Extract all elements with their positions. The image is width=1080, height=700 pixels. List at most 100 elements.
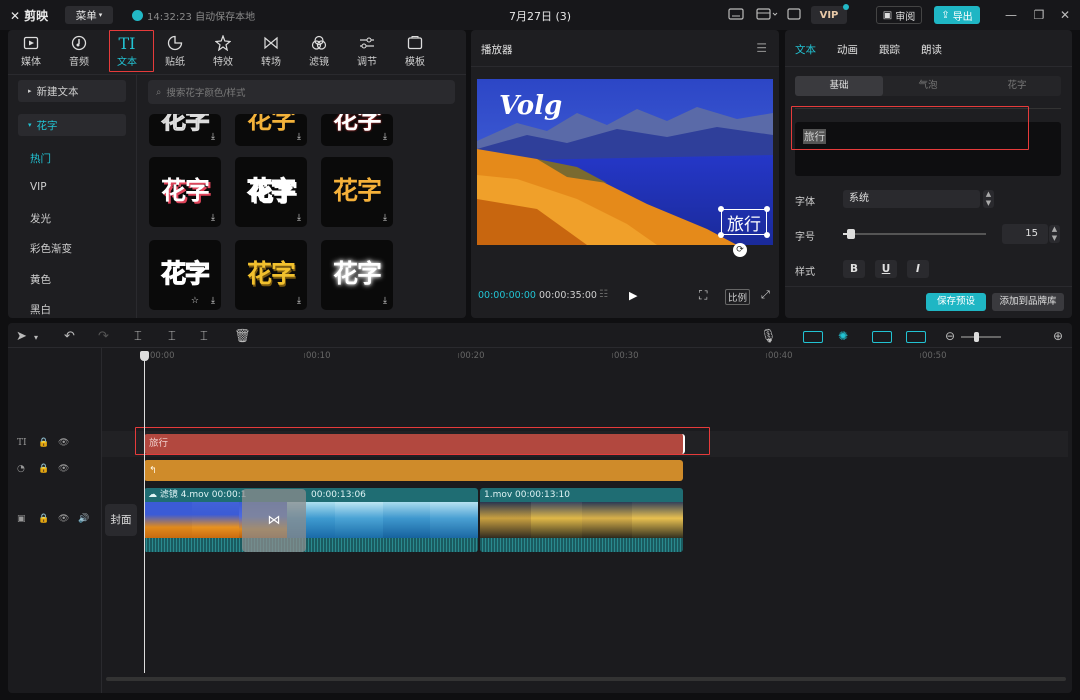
vip-button[interactable]: VIP	[811, 6, 847, 24]
sidebar-item-gradient[interactable]: 彩色渐变	[30, 241, 72, 256]
preview-axis-icon[interactable]	[906, 331, 926, 343]
export-button[interactable]: ⇪ 导出	[934, 6, 980, 24]
maximize-icon[interactable]: ❐	[1032, 8, 1046, 22]
split-left-icon[interactable]: ⌶	[168, 329, 176, 344]
delete-icon[interactable]: 🗑	[234, 329, 251, 344]
download-icon[interactable]: ⤓	[383, 296, 387, 306]
resize-handle[interactable]	[764, 206, 770, 212]
download-icon[interactable]: ⤓	[211, 132, 215, 142]
lock-icon[interactable]: 🔒	[38, 438, 49, 448]
text-style-tile[interactable]: 花字 ⤓	[235, 114, 307, 146]
tab-adjust[interactable]: 调节	[347, 33, 387, 71]
split-right-icon[interactable]: ⌶	[200, 329, 208, 344]
cover-button[interactable]: 封面	[105, 504, 137, 536]
new-text-button[interactable]: ▸ 新建文本	[18, 80, 126, 102]
sidebar-item-yellow[interactable]: 黄色	[30, 272, 51, 287]
download-icon[interactable]: ⤓	[297, 296, 301, 306]
tab-animation[interactable]: 动画	[837, 42, 858, 57]
zoom-slider-knob[interactable]	[974, 332, 979, 342]
menu-button[interactable]: 菜单 ▾	[65, 6, 113, 24]
fit-screen-icon[interactable]: ⛶	[699, 288, 707, 303]
add-to-brand-button[interactable]: 添加到品牌库	[992, 293, 1064, 311]
fullscreen-icon[interactable]: ⤢	[761, 288, 770, 302]
zoom-in-icon[interactable]: ⊕	[1053, 329, 1063, 343]
italic-button[interactable]: I	[907, 260, 929, 278]
download-icon[interactable]: ⤓	[211, 296, 215, 306]
text-style-tile[interactable]: 花字 ⤓	[321, 240, 393, 310]
tab-text-props[interactable]: 文本	[795, 42, 816, 57]
sidebar-item-glow[interactable]: 发光	[30, 211, 51, 226]
grid-icon[interactable]: ☷	[599, 289, 608, 300]
zoom-slider-track[interactable]	[961, 336, 1001, 338]
magnet-icon[interactable]: ✺	[838, 329, 848, 343]
download-icon[interactable]: ⤓	[211, 213, 215, 223]
lock-icon[interactable]: 🔒	[38, 514, 49, 524]
tab-effects[interactable]: 特效	[203, 33, 243, 71]
text-style-tile[interactable]: 花字 ⤓	[235, 157, 307, 227]
review-button[interactable]: ▣ 审阅	[876, 6, 922, 24]
download-icon[interactable]: ⤓	[297, 213, 301, 223]
download-icon[interactable]: ⤓	[383, 132, 387, 142]
tab-template[interactable]: 模板	[395, 33, 435, 71]
horizontal-scrollbar[interactable]	[106, 677, 1066, 681]
text-style-tile[interactable]: 花字 ⤓	[321, 114, 393, 146]
resize-handle[interactable]	[764, 232, 770, 238]
redo-icon[interactable]: ↷	[98, 329, 109, 344]
font-select[interactable]: 系统	[843, 190, 980, 208]
chevron-down-icon[interactable]: ▾	[34, 333, 38, 342]
tab-filter[interactable]: 滤镜	[299, 33, 339, 71]
minimize-icon[interactable]: —	[1004, 8, 1018, 22]
category-fancy-text[interactable]: ▾ 花字	[18, 114, 126, 136]
text-style-tile[interactable]: 花字 ☆ ⤓	[149, 240, 221, 310]
video-clip[interactable]: 1.mov 00:00:13:10	[480, 488, 683, 552]
sidebar-item-black-white[interactable]: 黑白	[30, 302, 51, 317]
tab-audio[interactable]: 音频	[59, 33, 99, 71]
sidebar-item-vip[interactable]: VIP	[30, 181, 47, 193]
text-style-tile[interactable]: 花字 ⤓	[321, 157, 393, 227]
transition-marker[interactable]: ⋈	[242, 489, 306, 552]
sidebar-item-hot[interactable]: 热门	[30, 151, 51, 166]
bold-button[interactable]: B	[843, 260, 865, 278]
split-icon[interactable]: ⌶	[134, 329, 142, 344]
eye-icon[interactable]: 👁	[58, 514, 69, 524]
size-slider-knob[interactable]	[847, 229, 855, 239]
select-tool-icon[interactable]: ➤	[16, 329, 27, 344]
font-stepper[interactable]: ▲ ▼	[983, 190, 994, 208]
tab-media[interactable]: 媒体	[11, 33, 51, 71]
resize-handle[interactable]	[718, 206, 724, 212]
layout-icon[interactable]	[756, 7, 778, 23]
search-input[interactable]: ⌕ 搜索花字颜色/样式	[148, 80, 455, 104]
eye-icon[interactable]: 👁	[58, 464, 69, 474]
speaker-icon[interactable]: 🔊	[78, 514, 89, 524]
size-input[interactable]: 15	[1002, 224, 1048, 244]
effect-clip[interactable]: ↰	[144, 460, 683, 481]
underline-button[interactable]: U	[875, 260, 897, 278]
menu-icon[interactable]: ☰	[756, 41, 767, 55]
text-style-tile[interactable]: 花字 ⤓	[235, 240, 307, 310]
subtab-basic[interactable]: 基础	[795, 76, 883, 96]
subtab-bubble[interactable]: 气泡	[884, 76, 972, 96]
save-preset-button[interactable]: 保存预设	[926, 293, 986, 311]
text-style-tile[interactable]: 花字 ⤓	[149, 157, 221, 227]
tab-sticker[interactable]: 贴纸	[155, 33, 195, 71]
undo-icon[interactable]: ↶	[64, 329, 75, 344]
keyboard-icon[interactable]	[728, 7, 746, 23]
zoom-out-icon[interactable]: ⊖	[945, 329, 955, 343]
resize-handle[interactable]	[718, 232, 724, 238]
close-icon[interactable]: ✕	[1058, 8, 1072, 22]
video-preview[interactable]: Volg 旅行	[477, 79, 773, 245]
tab-read-aloud[interactable]: 朗读	[921, 42, 942, 57]
download-icon[interactable]: ⤓	[297, 132, 301, 142]
tab-transition[interactable]: 转场	[251, 33, 291, 71]
selected-text-overlay[interactable]: 旅行	[721, 209, 767, 235]
link-main-track-icon[interactable]	[803, 331, 823, 343]
video-clip[interactable]: ☁ 滤镜 4.mov 00:00:1 00:00:13:06	[144, 488, 478, 552]
linkage-icon[interactable]	[872, 331, 892, 343]
subtab-fancy[interactable]: 花字	[973, 76, 1061, 96]
playhead[interactable]	[144, 351, 145, 673]
eye-icon[interactable]: 👁	[58, 438, 69, 448]
ratio-button[interactable]: 比例	[725, 289, 751, 305]
size-slider-track[interactable]	[843, 233, 986, 235]
size-stepper[interactable]: ▲ ▼	[1049, 225, 1060, 243]
download-icon[interactable]: ⤓	[383, 213, 387, 223]
